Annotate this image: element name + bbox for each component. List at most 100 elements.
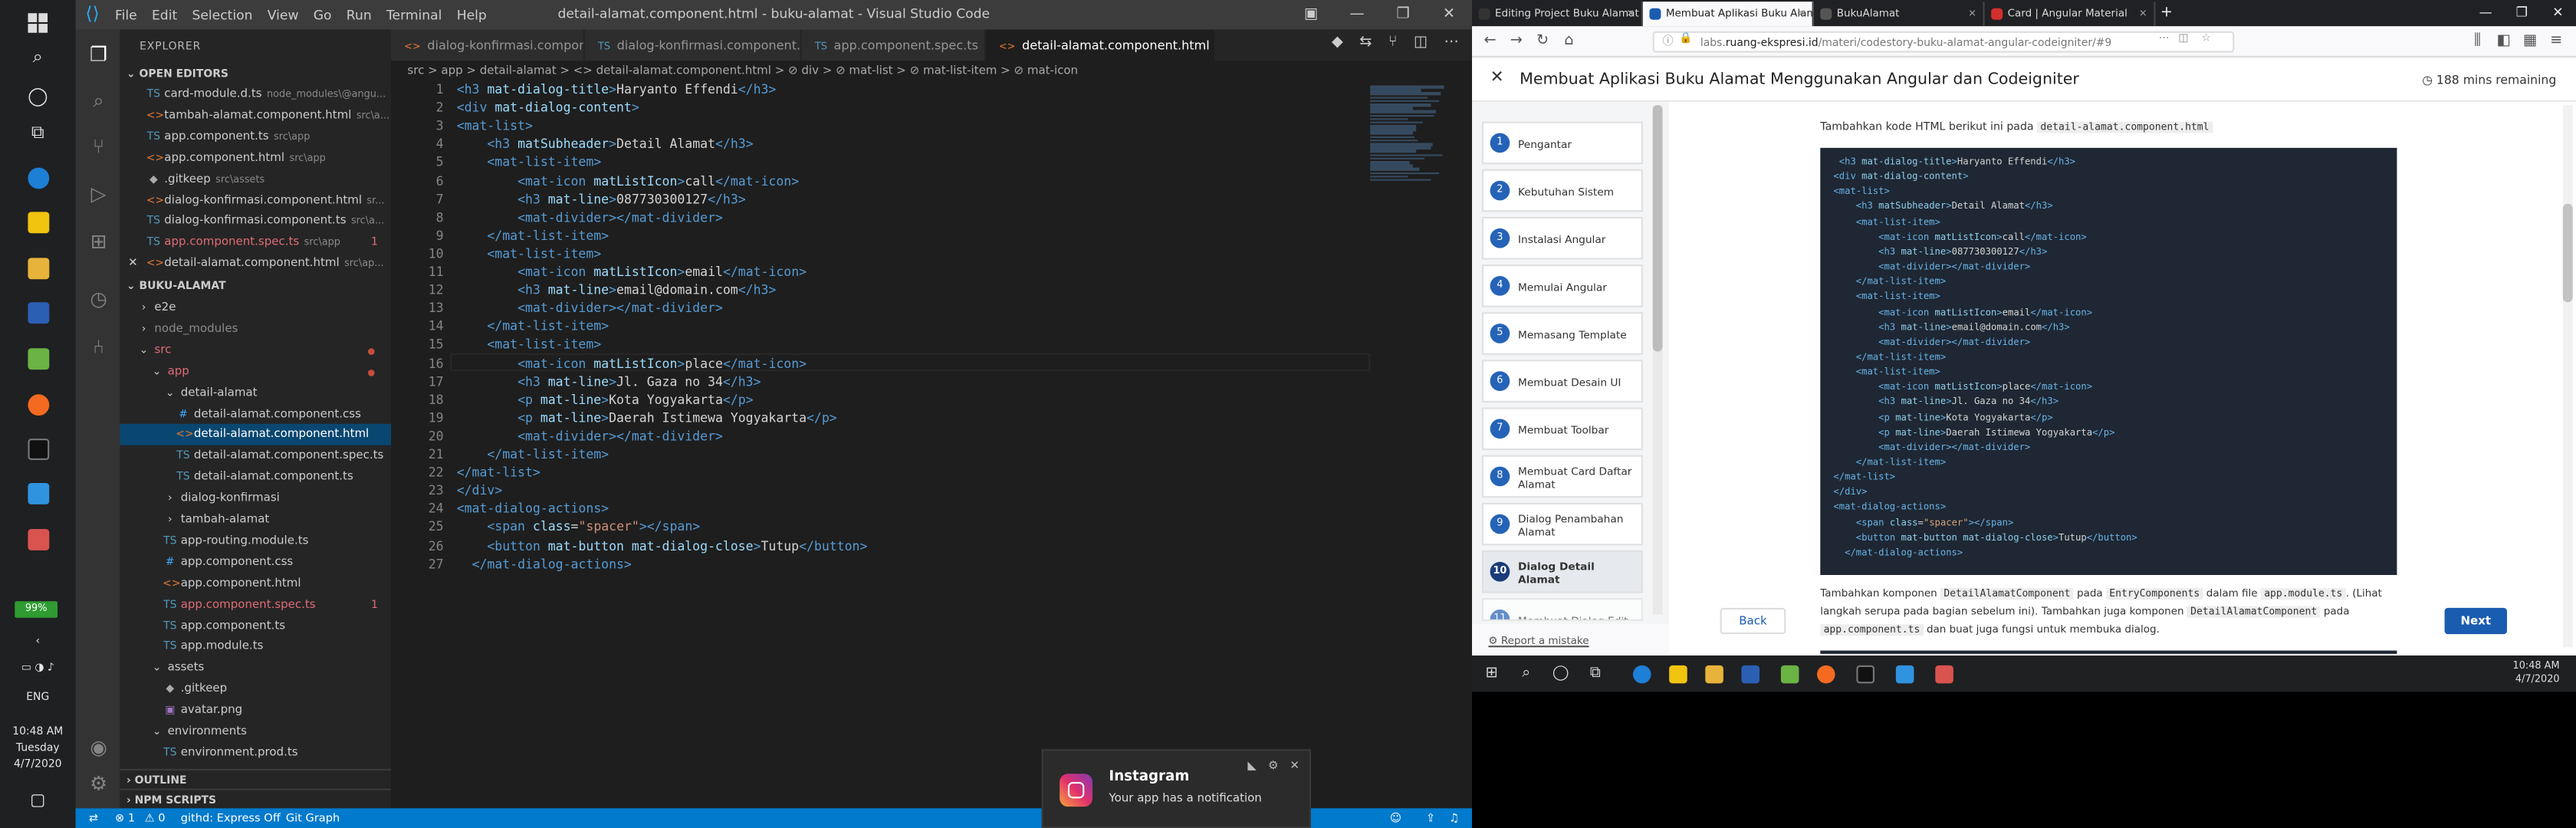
tree-folder[interactable]: ⌄ assets [120,658,391,679]
remote-app-icon[interactable] [1932,662,1955,685]
step-item[interactable]: 7 Membuat Toolbar [1482,407,1643,450]
file-explorer-icon[interactable] [23,255,53,281]
editor-tab[interactable]: TS app.component.spec.ts [802,30,986,61]
steps-scrollbar[interactable] [1653,105,1663,614]
back-icon[interactable]: ← [1480,31,1500,51]
terminal-icon[interactable] [1853,662,1876,685]
firefox-icon[interactable] [23,391,53,417]
step-item[interactable]: 5 Memasang Template [1482,312,1643,355]
minimap[interactable] [1370,85,1452,184]
open-editor-item[interactable]: <>dialog-konfirmasi.component.html sr... [120,189,391,211]
open-editor-item[interactable]: <>tambah-alamat.component.html src\a... [120,105,391,127]
problems-errors[interactable]: ⊗ 1 [115,808,135,828]
timeline-icon[interactable]: ◷ [87,288,110,310]
githd-status[interactable]: githd: Express Off [181,808,281,828]
open-editor-item[interactable]: TS card-module.d.ts node_modules\@angu... [120,84,391,105]
extension-icon[interactable]: ▦ [2520,31,2540,51]
step-item[interactable]: 2 Kebutuhan Sistem [1482,169,1643,212]
search-icon[interactable]: ⌕ [23,44,53,71]
settings-gear-icon[interactable]: ⚙ [87,772,110,795]
cortana-icon[interactable]: ◯ [23,82,53,108]
menu-run[interactable]: Run [347,8,372,22]
task-view-icon[interactable]: ⧉ [1584,662,1607,685]
sidebar-icon[interactable]: ◧ [2494,31,2514,51]
store-icon[interactable] [1666,662,1689,685]
vscode-icon[interactable] [23,480,53,506]
new-tab-button[interactable]: + [2155,2,2178,26]
restore-icon[interactable]: ❐ [1380,0,1426,30]
step-item[interactable]: 8 Membuat Card Daftar Alamat [1482,455,1643,498]
menu-help[interactable]: Help [457,8,487,22]
editor-tab[interactable]: <>dialog-konfirmasi.component.html [391,30,585,61]
browser-tab[interactable]: Card | Angular Material ✕ [1985,2,2156,26]
close-icon[interactable]: ✕ [2540,0,2576,26]
step-item[interactable]: 1 Pengantar [1482,122,1643,165]
editor-tab[interactable]: TS dialog-konfirmasi.component.ts [585,30,802,61]
git-graph-icon[interactable]: ⑃ [87,335,110,358]
url-bar[interactable]: labs.ruang-ekspresi.id/materi/codestory-… [1653,31,2235,53]
report-mistake-link[interactable]: ⚙ Report a mistake [1488,636,1589,647]
tree-file[interactable]: TS app.module.ts [120,636,391,658]
account-icon[interactable]: ◉ [87,736,110,759]
app-green-icon[interactable] [23,345,53,371]
menu-go[interactable]: Go [314,8,332,22]
close-tab-icon[interactable]: ✕ [2139,2,2147,26]
mute-icon[interactable]: ◣ [1247,759,1257,772]
notification-settings-icon[interactable]: ⚙ [1268,759,1278,772]
editor-tab[interactable]: <> detail-alamat.component.html [986,30,1216,61]
tree-file[interactable]: # detail-alamat.component.css [120,403,391,425]
browser-tab[interactable]: BukuAlamat ✕ [1814,2,1985,26]
tree-folder[interactable]: › dialog-konfirmasi [120,488,391,510]
close-tab-icon[interactable]: ✕ [1626,2,1635,26]
tree-folder[interactable]: › e2e [120,297,391,319]
close-course-icon[interactable]: ✕ [1490,69,1504,87]
menu-file[interactable]: File [115,8,137,22]
tree-file[interactable]: TS app.component.ts [120,616,391,637]
tree-file[interactable]: TS app-routing.module.ts [120,531,391,552]
open-editor-item[interactable]: TS dialog-konfirmasi.component.ts src\a... [120,211,391,232]
restore-icon[interactable]: ❐ [2504,0,2540,26]
step-item[interactable]: 6 Membuat Desain UI [1482,360,1643,402]
problems-warnings[interactable]: ⚠ 0 [145,808,166,828]
step-item[interactable]: 3 Instalasi Angular [1482,217,1643,260]
tree-file[interactable]: TS detail-alamat.component.ts [120,467,391,488]
tree-file[interactable]: TS app.component.spec.ts 1 [120,594,391,616]
instagram-notification[interactable]: Instagram Your app has a notification ◣ … [1042,749,1311,828]
tree-file[interactable]: TS detail-alamat.component.spec.ts [120,445,391,467]
open-editors-header[interactable]: ⌄ OPEN EDITORS [120,64,391,84]
open-editor-item[interactable]: <>app.component.html src\app [120,147,391,169]
debug-icon[interactable]: ▷ [87,182,110,205]
close-icon[interactable]: ✕ [1426,0,1472,30]
open-editor-item[interactable]: TS app.component.ts src\app [120,127,391,148]
step-item[interactable]: 9 Dialog Penambahan Alamat [1482,503,1643,546]
git-icon[interactable]: ⑂ [1388,34,1398,51]
menu-view[interactable]: View [268,8,299,22]
cortana-icon[interactable]: ◯ [1549,662,1572,685]
remote-icon[interactable]: ⇄ [89,808,98,828]
windows-start-icon[interactable]: ⊞ [1480,662,1503,685]
search-icon[interactable]: ⌕ [1515,662,1538,685]
layout-icon[interactable]: ▣ [1288,0,1334,30]
taskbar-clock[interactable]: 10:48 AM 4/7/2020 [2513,660,2560,686]
keyboard-language[interactable]: ENG [0,690,76,703]
close-tab-icon[interactable]: ✕ [1968,2,1976,26]
outline-header[interactable]: › OUTLINE [120,769,391,789]
next-button[interactable]: Next [2445,608,2507,634]
notification-center-icon[interactable]: ▢ [0,792,76,810]
browser-tab[interactable]: Membuat Aplikasi Buku Alamat M...✕ [1643,2,1814,26]
app-green-icon[interactable] [1778,662,1801,685]
tree-file[interactable]: <>detail-alamat.component.html [120,425,391,446]
back-button[interactable]: Back [1720,608,1786,634]
close-tab-icon[interactable]: ✕ [1797,2,1806,26]
open-editor-item[interactable]: TS app.component.spec.ts src\app 1 [120,232,391,254]
firefox-icon[interactable] [1814,662,1837,685]
windows-start-icon[interactable] [23,10,53,36]
file-explorer-icon[interactable] [1702,662,1725,685]
tray-chevron-icon[interactable]: ‹ [0,634,76,647]
forward-icon[interactable]: → [1506,31,1526,51]
tree-folder[interactable]: ⌄ detail-alamat [120,382,391,403]
open-editor-item[interactable]: ◆ .gitkeep src\assets [120,169,391,190]
status-bell-icon[interactable]: ♫ [1449,808,1459,828]
page-actions-icon[interactable]: ⋯ [2159,31,2170,44]
terminal-icon[interactable] [23,435,53,462]
